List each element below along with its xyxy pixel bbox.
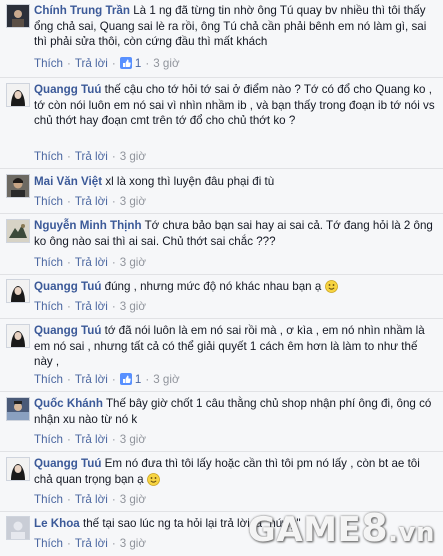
comment-time[interactable]: 3 giờ — [120, 256, 146, 269]
comment-body: Chính Trung Trần Là 1 ng đã từng tin nhờ… — [34, 3, 435, 50]
comment-thread: Chính Trung Trần Là 1 ng đã từng tin nhờ… — [0, 0, 443, 556]
thumbs-up-icon — [119, 57, 132, 69]
comment-author[interactable]: Chính Trung Trần — [34, 4, 130, 17]
like-button[interactable]: Thích — [34, 373, 63, 386]
avatar[interactable] — [6, 324, 30, 348]
like-button[interactable]: Thích — [34, 300, 63, 313]
comment-actions: Thích · Trả lời · 3 giờ — [34, 433, 146, 446]
comment-time[interactable]: 3 giờ — [120, 150, 146, 163]
comment-author[interactable]: Quangg Tuú — [34, 324, 101, 337]
reply-button[interactable]: Trả lời — [75, 537, 108, 550]
comment-text: đúng , nhưng mức độ nó khác nhau bạn ạ — [104, 280, 322, 293]
comment-actions: Thích · Trả lời · 3 giờ — [34, 195, 146, 208]
comment-time[interactable]: 3 giờ — [153, 373, 179, 386]
reply-button[interactable]: Trả lời — [75, 150, 108, 163]
divider — [0, 77, 443, 78]
comment-body: Nguyễn Minh Thịnh Tớ chưa bảo bạn sai ha… — [34, 218, 435, 249]
comment-body: Quangg Tuú Em nó đưa thì tôi lấy hoặc cầ… — [34, 456, 435, 487]
comment-time[interactable]: 3 giờ — [120, 537, 146, 550]
divider — [0, 391, 443, 392]
comment-time[interactable]: 3 giờ — [120, 195, 146, 208]
reply-button[interactable]: Trả lời — [75, 373, 108, 386]
comment-body: Quangg Tuú thế cậu cho tớ hỏi tớ sai ở đ… — [34, 82, 435, 129]
comment-body: Quốc Khánh Thế bây giờ chốt 1 câu thằng … — [34, 396, 435, 427]
reply-button[interactable]: Trả lời — [75, 256, 108, 269]
divider — [0, 318, 443, 319]
comment-author[interactable]: Le Khoa — [34, 517, 80, 530]
comment-actions: Thích · Trả lời · 3 giờ — [34, 150, 146, 163]
smiley-emoji-icon — [146, 472, 160, 486]
avatar[interactable] — [6, 174, 30, 198]
watermark-eight: 8 — [361, 506, 389, 550]
like-button[interactable]: Thích — [34, 537, 63, 550]
comment-author[interactable]: Quangg Tuú — [34, 83, 101, 96]
comment-actions: Thích · Trả lời · 1 · 3 giờ — [34, 57, 180, 70]
watermark-game: GAME — [247, 510, 362, 550]
comment-author[interactable]: Quangg Tuú — [34, 280, 101, 293]
thumbs-up-icon — [119, 373, 132, 385]
like-button[interactable]: Thích — [34, 256, 63, 269]
comment-body: Quangg Tuú đúng , nhưng mức độ nó khác n… — [34, 279, 435, 295]
comment-time[interactable]: 3 giờ — [120, 433, 146, 446]
comment-author[interactable]: Quốc Khánh — [34, 397, 103, 410]
avatar[interactable] — [6, 83, 30, 107]
watermark-vn: .vn — [388, 518, 435, 548]
avatar[interactable] — [6, 397, 30, 421]
reply-button[interactable]: Trả lời — [75, 433, 108, 446]
divider — [0, 451, 443, 452]
reply-button[interactable]: Trả lời — [75, 57, 108, 70]
comment-body: Quangg Tuú tớ đã nói luôn là em nó sai r… — [34, 323, 435, 370]
comment-actions: Thích · Trả lời · 1 · 3 giờ — [34, 373, 180, 386]
comment-time[interactable]: 3 giờ — [153, 57, 179, 70]
reply-button[interactable]: Trả lời — [75, 300, 108, 313]
smiley-emoji-icon — [324, 280, 338, 293]
avatar[interactable] — [6, 457, 30, 481]
game8-watermark: GAME8.vn — [248, 506, 435, 550]
comment-actions: Thích · Trả lời · 3 giờ — [34, 537, 146, 550]
avatar[interactable] — [6, 4, 30, 28]
comment-author[interactable]: Nguyễn Minh Thịnh — [34, 219, 142, 232]
divider — [0, 213, 443, 214]
like-button[interactable]: Thích — [34, 57, 63, 70]
comment-text: xl là xong thì luyện đâu phại đi tù — [105, 175, 275, 188]
like-button[interactable]: Thích — [34, 195, 63, 208]
like-button[interactable]: Thích — [34, 150, 63, 163]
reply-button[interactable]: Trả lời — [75, 493, 108, 506]
avatar[interactable] — [6, 279, 30, 303]
divider — [0, 274, 443, 275]
comment-time[interactable]: 3 giờ — [120, 493, 146, 506]
like-button[interactable]: Thích — [34, 433, 63, 446]
comment-author[interactable]: Quangg Tuú — [34, 457, 101, 470]
divider — [0, 168, 443, 169]
avatar[interactable] — [6, 219, 30, 243]
comment-actions: Thích · Trả lời · 3 giờ — [34, 493, 146, 506]
comment-body: Mai Văn Việt xl là xong thì luyện đâu ph… — [34, 174, 435, 190]
comment-time[interactable]: 3 giờ — [120, 300, 146, 313]
comment-actions: Thích · Trả lời · 3 giờ — [34, 256, 146, 269]
comment-author[interactable]: Mai Văn Việt — [34, 175, 102, 188]
avatar[interactable] — [6, 516, 30, 540]
comment-actions: Thích · Trả lời · 3 giờ — [34, 300, 146, 313]
like-button[interactable]: Thích — [34, 493, 63, 506]
reply-button[interactable]: Trả lời — [75, 195, 108, 208]
